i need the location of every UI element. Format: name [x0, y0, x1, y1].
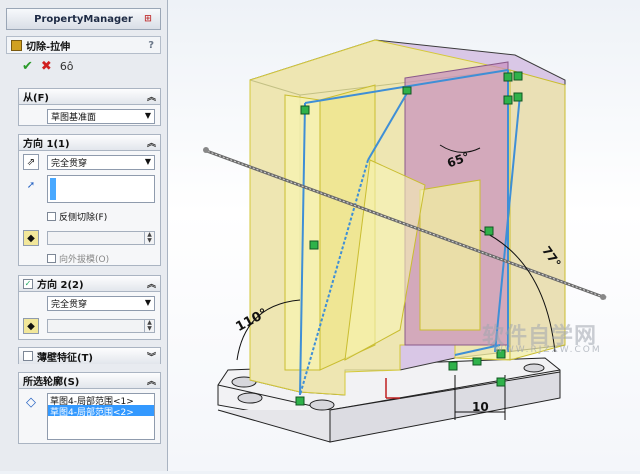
thin-feature-checkbox[interactable] — [23, 351, 33, 361]
handle[interactable] — [513, 71, 523, 81]
handle[interactable] — [503, 95, 513, 105]
list-item[interactable]: 草图4-局部范围<1> — [48, 394, 154, 407]
draft-outward-checkbox[interactable]: 向外拔模(O) — [47, 252, 109, 265]
thin-feature-title: 薄壁特征(T) — [37, 352, 93, 364]
direction2-end-condition-value: 完全贯穿 — [51, 300, 88, 310]
collapse-icon[interactable]: ︽ — [147, 374, 156, 387]
handle[interactable] — [513, 92, 523, 102]
draft-outward-label: 向外拔模(O) — [59, 255, 110, 265]
chevron-down-icon: ▼ — [144, 157, 151, 166]
expand-icon[interactable]: ︾ — [147, 350, 156, 363]
collapse-icon[interactable]: ︽ — [147, 136, 156, 149]
handle[interactable] — [503, 72, 513, 82]
selection-box-marker — [50, 178, 56, 200]
handle[interactable] — [300, 105, 310, 115]
draft-icon[interactable]: ◆ — [23, 230, 39, 246]
from-select[interactable]: 草图基准面 ▼ — [47, 109, 155, 124]
ok-button[interactable]: ✔ — [22, 59, 33, 74]
cancel-button[interactable]: ✖ — [41, 59, 52, 74]
chevron-down-icon: ▼ — [144, 111, 151, 120]
watermark-url: WWW.RJZXW.COM — [494, 345, 602, 355]
from-group-header[interactable]: 从(F) ︽ — [19, 89, 160, 105]
action-buttons: ✔ ✖ 6ô — [22, 59, 167, 74]
direction2-checkbox[interactable]: ✓ — [23, 278, 33, 289]
list-item[interactable]: 草图4-局部范围<2> — [48, 405, 154, 418]
flip-side-label: 反侧切除(F) — [59, 213, 108, 223]
reverse-direction-icon[interactable]: ⇗ — [23, 154, 39, 170]
direction-vector-icon: ➚ — [26, 179, 36, 191]
checkbox-box[interactable] — [47, 254, 56, 263]
spinner-arrows-icon[interactable]: ▲ ▼ — [144, 232, 154, 244]
feature-header: 切除-拉伸 ? — [6, 36, 161, 54]
direction1-end-condition-value: 完全贯穿 — [51, 159, 88, 169]
graphics-viewport[interactable]: 110° 65° 77° 10 — [169, 0, 640, 471]
draft-angle-spinner[interactable]: ▲ ▼ — [47, 231, 155, 245]
linear-dimension-10[interactable]: 10 — [472, 400, 489, 414]
handle[interactable] — [402, 86, 412, 95]
direction1-group: 方向 1(1) ︽ ⇗ 完全贯穿 ▼ ➚ 反侧切除(F) ◆ ▲ ▼ 向外拔模(O… — [18, 134, 161, 266]
property-manager-panel: PropertyManager ⊞ 切除-拉伸 ? ✔ ✖ 6ô 从(F) ︽ … — [0, 0, 168, 471]
spinner-arrows-icon[interactable]: ▲ ▼ — [144, 320, 154, 332]
feature-name: 切除-拉伸 — [26, 41, 71, 53]
handle[interactable] — [309, 240, 319, 250]
from-group-title: 从(F) — [23, 93, 49, 104]
handle[interactable] — [295, 396, 305, 406]
direction2-end-condition-select[interactable]: 完全贯穿 ▼ — [47, 296, 155, 311]
collapse-icon[interactable]: ︽ — [147, 277, 156, 290]
checkbox-box[interactable] — [47, 212, 56, 221]
draft-icon[interactable]: ◆ — [23, 318, 39, 334]
chevron-down-icon: ▼ — [144, 298, 151, 307]
thin-feature-header[interactable]: 薄壁特征(T) ︾ — [19, 348, 160, 364]
extruded-cut-icon — [11, 39, 22, 51]
handle[interactable] — [472, 357, 482, 366]
flip-side-checkbox[interactable]: 反侧切除(F) — [47, 210, 107, 223]
direction2-draft-spinner[interactable]: ▲ ▼ — [47, 319, 155, 333]
from-select-value: 草图基准面 — [51, 113, 97, 123]
property-manager-title: PropertyManager — [34, 13, 133, 25]
collapse-icon[interactable]: ︽ — [147, 90, 156, 103]
detailed-preview-button[interactable]: 6ô — [60, 60, 74, 73]
help-icon[interactable]: ? — [148, 40, 154, 51]
property-manager-header: PropertyManager ⊞ — [6, 8, 161, 30]
direction1-group-header[interactable]: 方向 1(1) ︽ — [19, 135, 160, 151]
handle[interactable] — [484, 226, 494, 236]
direction1-end-condition-select[interactable]: 完全贯穿 ▼ — [47, 155, 155, 170]
selected-contours-title: 所选轮廓(S) — [23, 377, 80, 388]
contour-icon: ◇ — [26, 394, 36, 410]
handle[interactable] — [496, 377, 506, 387]
thin-feature-group: 薄壁特征(T) ︾ — [18, 347, 161, 364]
direction2-group-header[interactable]: ✓ 方向 2(2) ︽ — [19, 276, 160, 292]
selected-contours-list[interactable]: 草图4-局部范围<1> 草图4-局部范围<2> — [47, 393, 155, 440]
selected-contours-header[interactable]: 所选轮廓(S) ︽ — [19, 373, 160, 389]
model-preview-svg — [203, 39, 607, 443]
selected-contours-group: 所选轮廓(S) ︽ ◇ 草图4-局部范围<1> 草图4-局部范围<2> — [18, 372, 161, 444]
direction2-group: ✓ 方向 2(2) ︽ 完全贯穿 ▼ ◆ ▲ ▼ — [18, 275, 161, 340]
direction1-vector-box[interactable] — [47, 175, 155, 203]
panel-layout-icon[interactable]: ⊞ — [140, 12, 156, 26]
from-group: 从(F) ︽ 草图基准面 ▼ — [18, 88, 161, 126]
handle[interactable] — [448, 361, 458, 371]
direction2-title: 方向 2(2) — [37, 280, 84, 291]
direction1-title: 方向 1(1) — [23, 139, 70, 150]
